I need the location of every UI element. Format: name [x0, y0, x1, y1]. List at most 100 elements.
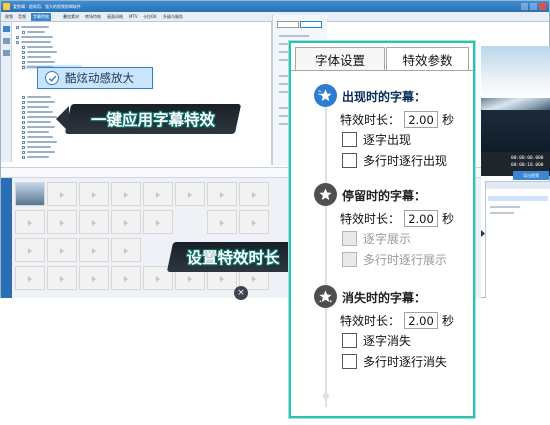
star-icon — [314, 183, 337, 206]
close-button[interactable] — [539, 3, 546, 10]
appear-option-line-by-line[interactable]: 多行时逐行出现 — [342, 152, 447, 168]
connector-end-dot — [323, 393, 329, 399]
appear-duration-input[interactable] — [404, 111, 439, 128]
tree-item[interactable] — [22, 95, 51, 99]
timeline-slot[interactable] — [47, 210, 77, 234]
tree-item[interactable] — [22, 110, 53, 114]
list-header — [486, 182, 550, 189]
timeline-slot[interactable] — [239, 182, 269, 206]
tab-effect-parameters[interactable]: 特效参数 — [386, 47, 469, 71]
tree-item[interactable] — [22, 150, 55, 154]
video-preview[interactable] — [481, 46, 550, 152]
stay-option-line-by-line: 多行时逐行展示 — [342, 251, 447, 267]
mini-line — [279, 35, 309, 37]
timeline-slot[interactable] — [47, 266, 77, 290]
timeline-clip[interactable] — [15, 182, 45, 206]
timeline-slot[interactable] — [79, 238, 109, 262]
close-circle-icon[interactable]: × — [234, 286, 248, 300]
timeline-slot[interactable] — [15, 210, 45, 234]
checkbox[interactable] — [342, 131, 357, 147]
tree-item[interactable] — [22, 100, 55, 104]
stay-duration-label: 特效时长： — [340, 212, 401, 226]
tree-item[interactable] — [22, 135, 53, 139]
disappear-duration-row: 特效时长： 秒 — [340, 312, 454, 329]
timeline-slot[interactable] — [79, 210, 109, 234]
tree-item[interactable] — [16, 35, 53, 39]
timeline-slot[interactable] — [47, 238, 77, 262]
tree-item[interactable] — [22, 115, 57, 119]
tree-item[interactable] — [22, 105, 49, 109]
selected-effect-callout[interactable]: 酷炫动感放大 — [37, 67, 153, 89]
menu-video[interactable]: 视频 — [5, 14, 13, 20]
menu-mtv[interactable]: MTV — [129, 14, 138, 19]
mini-tab-effect[interactable] — [300, 21, 322, 28]
stay-duration-input[interactable] — [404, 210, 439, 227]
tab-font-settings[interactable]: 字体设置 — [295, 47, 385, 71]
apply-effect-banner: 一键应用字幕特效 — [56, 104, 242, 134]
timeline-slot[interactable] — [79, 182, 109, 206]
stay-duration-row: 特效时长： 秒 — [340, 210, 454, 227]
checkbox-label: 多行时逐行出现 — [363, 153, 448, 168]
list-item[interactable] — [490, 206, 520, 208]
menu-transitions[interactable]: 转场特效 — [85, 14, 101, 20]
timeline-slot[interactable] — [239, 210, 269, 234]
timeline-slot[interactable] — [15, 238, 45, 262]
check-circle-icon — [45, 71, 59, 85]
export-video-button[interactable]: 导出视频 — [513, 171, 549, 180]
timeline-slot[interactable] — [175, 182, 205, 206]
checkbox-label: 多行时逐行展示 — [363, 252, 448, 267]
timeline-slot[interactable] — [111, 210, 141, 234]
menu-styles[interactable]: 画面风格 — [107, 14, 123, 20]
timeline-slot[interactable] — [15, 266, 45, 290]
timeline-slot[interactable] — [111, 266, 141, 290]
menu-audio[interactable]: 音频 — [18, 14, 26, 20]
timeline-slot[interactable] — [79, 266, 109, 290]
tree-item[interactable] — [22, 45, 53, 49]
checkbox[interactable] — [342, 353, 357, 369]
appear-option-char-by-char[interactable]: 逐字出现 — [342, 131, 411, 147]
collapse-arrow-icon[interactable] — [481, 230, 485, 237]
timeline-slot[interactable] — [111, 182, 141, 206]
timeline-slot[interactable] — [207, 210, 237, 234]
stay-option-char-by-char: 逐字展示 — [342, 230, 411, 246]
tree-item[interactable] — [16, 40, 51, 44]
tree-item[interactable] — [22, 125, 55, 129]
tree-item[interactable] — [22, 30, 45, 34]
tree-item[interactable] — [22, 155, 49, 159]
menu-karaoke[interactable]: 卡拉OK — [143, 14, 157, 20]
disappear-option-line-by-line[interactable]: 多行时逐行消失 — [342, 353, 447, 369]
mini-tab-font[interactable] — [277, 21, 299, 28]
disappear-section-title: 消失时的字幕： — [342, 291, 427, 305]
checkbox[interactable] — [342, 332, 357, 348]
timeline-slot[interactable] — [207, 182, 237, 206]
maximize-button[interactable] — [530, 3, 537, 10]
list-item[interactable] — [490, 212, 514, 214]
tree-item[interactable] — [22, 120, 51, 124]
tree-item[interactable] — [22, 140, 57, 144]
timeline-slot[interactable] — [143, 182, 173, 206]
timeline-slot[interactable] — [143, 210, 173, 234]
appear-duration-unit: 秒 — [442, 113, 455, 127]
tree-item[interactable] — [22, 55, 51, 59]
menu-subtitle-effects[interactable]: 字幕特效 — [31, 13, 51, 21]
disappear-option-char-by-char[interactable]: 逐字消失 — [342, 332, 411, 348]
added-subtitles-list — [485, 181, 550, 299]
tree-item[interactable] — [22, 60, 55, 64]
timeline-slot[interactable] — [111, 238, 141, 262]
tree-item[interactable] — [22, 130, 49, 134]
tree-item[interactable] — [22, 50, 57, 54]
tree-item[interactable] — [16, 25, 49, 29]
stay-effect-icon[interactable] — [3, 38, 10, 44]
minimize-button[interactable] — [521, 3, 528, 10]
disappear-duration-unit: 秒 — [442, 314, 455, 328]
exit-effect-icon[interactable] — [3, 50, 10, 56]
list-item-selected[interactable] — [488, 196, 548, 201]
menu-overlay[interactable]: 叠加素材 — [63, 14, 79, 20]
timeline-slot[interactable] — [47, 182, 77, 206]
checkbox[interactable] — [342, 152, 357, 168]
disappear-duration-input[interactable] — [404, 312, 439, 329]
tree-item[interactable] — [22, 145, 51, 149]
menu-upgrade[interactable]: 升级与服务 — [163, 14, 183, 20]
screenshot-stage: 爱剪辑 · 超易用、强大的视频剪辑软件 视频 音频 字幕特效 叠加素材 转场特效… — [0, 0, 550, 425]
text-effect-icon[interactable] — [3, 26, 10, 32]
